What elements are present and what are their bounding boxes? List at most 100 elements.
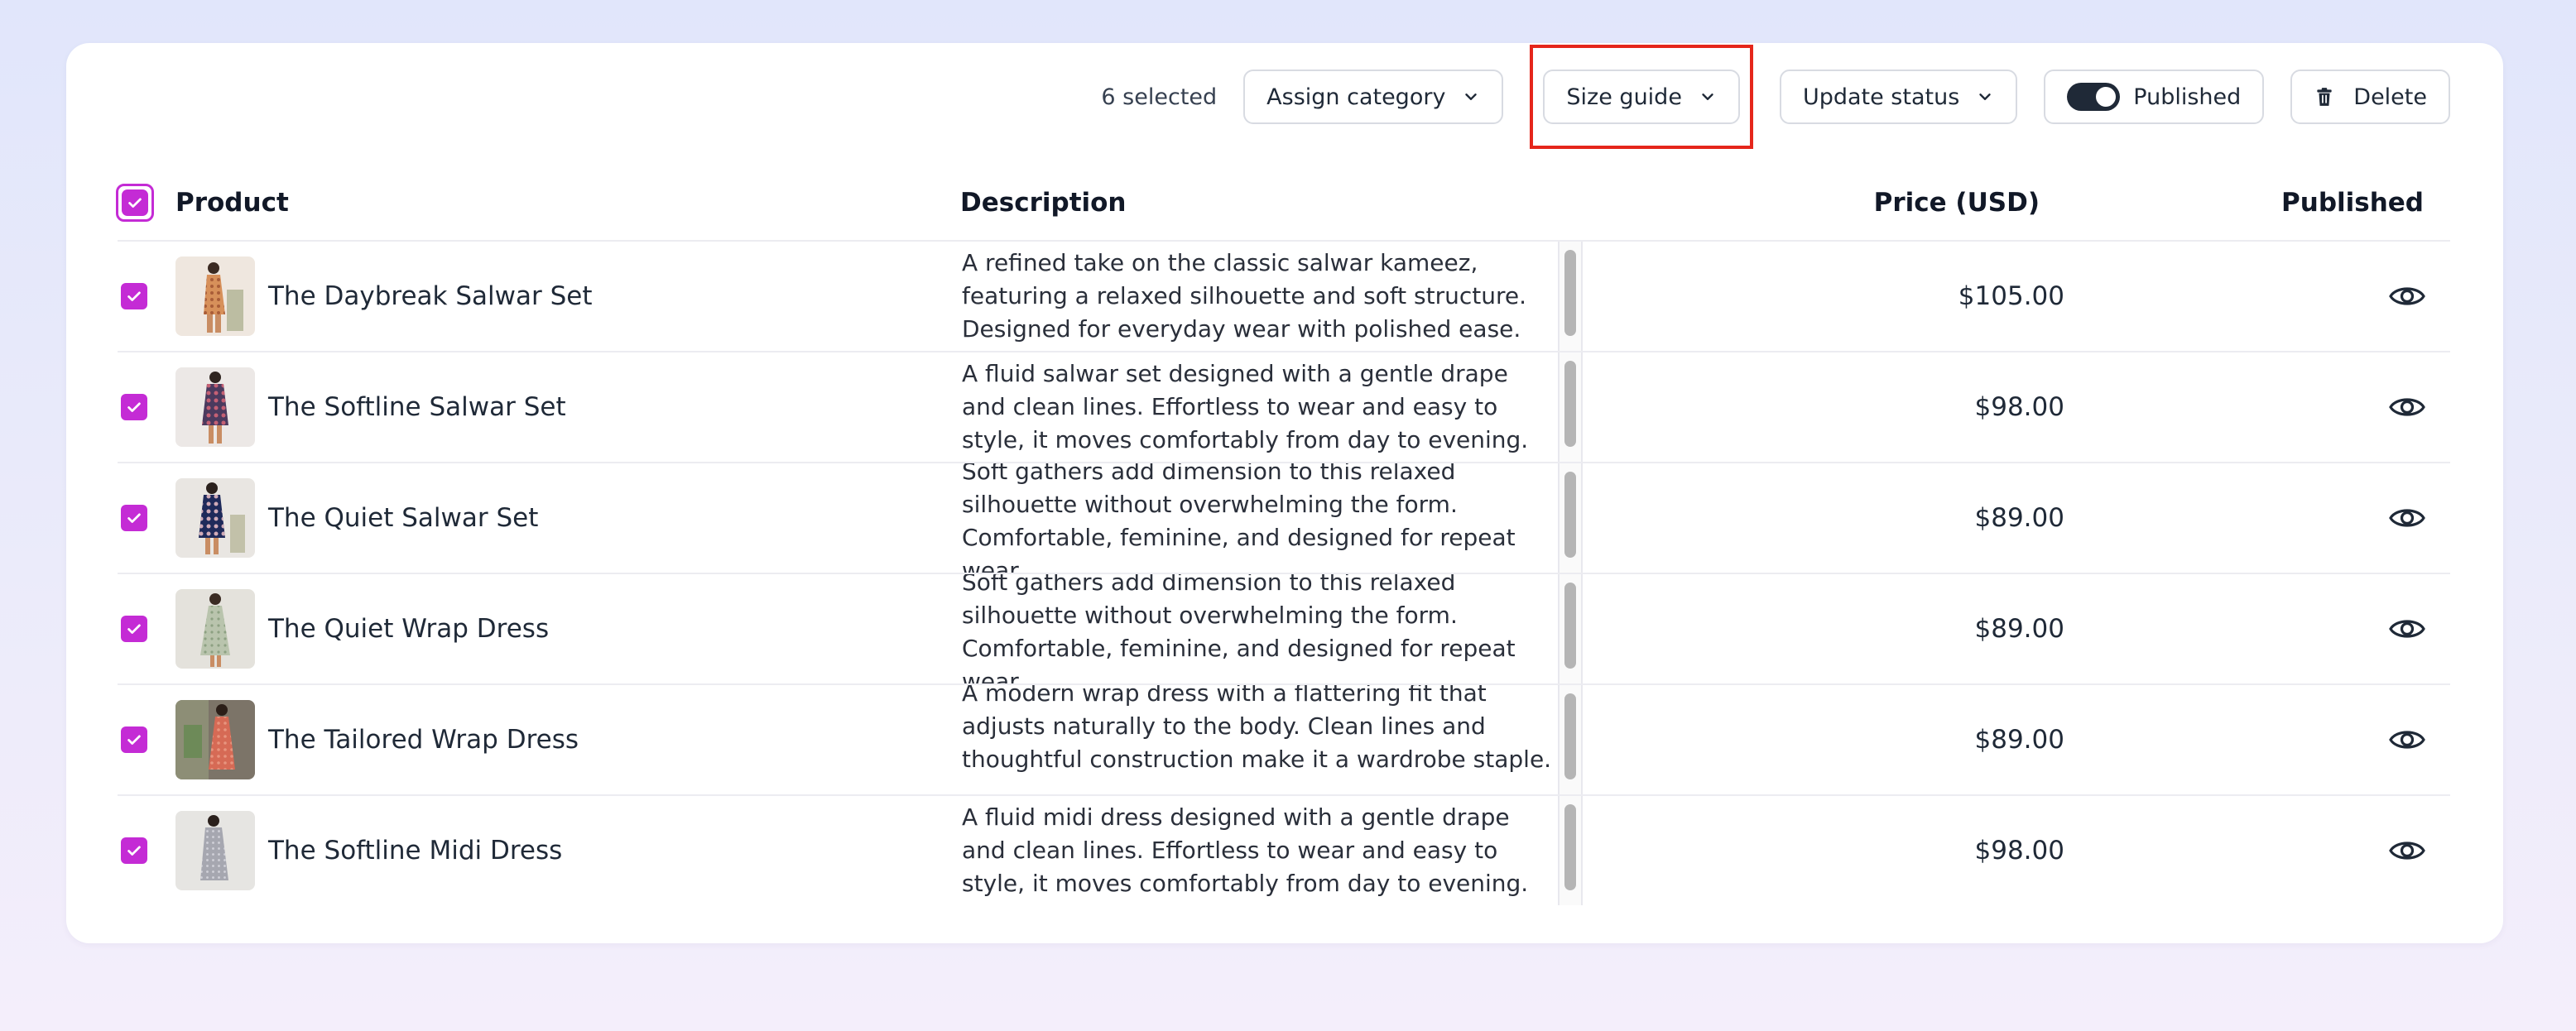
description-scrollbar[interactable] — [1558, 352, 1586, 462]
table-row: The Daybreak Salwar Set A refined take o… — [118, 242, 2450, 352]
eye-icon[interactable] — [2389, 837, 2425, 864]
published-visibility-cell — [2389, 352, 2425, 462]
published-visibility-cell — [2389, 685, 2425, 794]
published-visibility-cell — [2389, 574, 2425, 683]
trash-icon — [2317, 88, 2332, 106]
table-row: The Tailored Wrap Dress A modern wrap dr… — [118, 685, 2450, 796]
product-thumbnail[interactable] — [175, 589, 255, 669]
scroll-thumb[interactable] — [1564, 804, 1576, 890]
check-icon — [127, 624, 141, 634]
header-description[interactable]: Description — [960, 165, 1127, 240]
check-icon — [127, 735, 141, 745]
scroll-track — [1558, 242, 1583, 351]
product-price: $98.00 — [1974, 836, 2064, 866]
delete-button[interactable]: Delete — [2290, 70, 2450, 124]
products-table: Product Description Price (USD) Publishe… — [116, 165, 2450, 905]
product-thumbnail-cell — [175, 352, 255, 462]
check-icon — [127, 402, 141, 412]
row-checkbox[interactable] — [121, 505, 147, 531]
update-status-button[interactable]: Update status — [1779, 70, 2018, 124]
row-checkbox[interactable] — [121, 837, 147, 864]
header-price[interactable]: Price (USD) — [1874, 165, 2040, 240]
published-toggle-button[interactable]: Published — [2044, 70, 2265, 124]
product-thumbnail[interactable] — [175, 478, 255, 558]
assign-category-label: Assign category — [1266, 84, 1446, 110]
product-description[interactable]: A refined take on the classic salwar kam… — [960, 242, 1556, 351]
product-name[interactable]: The Quiet Wrap Dress — [268, 574, 549, 683]
product-description[interactable]: A modern wrap dress with a flattering fi… — [960, 685, 1556, 794]
row-checkbox[interactable] — [121, 616, 147, 642]
product-name[interactable]: The Daybreak Salwar Set — [268, 242, 592, 351]
table-row: The Quiet Salwar Set Soft gathers add di… — [118, 463, 2450, 574]
product-thumbnail-cell — [175, 242, 255, 351]
header-published[interactable]: Published — [2281, 165, 2424, 240]
row-checkbox-cell — [121, 242, 147, 351]
eye-icon[interactable] — [2389, 505, 2425, 531]
row-checkbox[interactable] — [121, 283, 147, 309]
header-product[interactable]: Product — [175, 165, 289, 240]
product-name[interactable]: The Softline Salwar Set — [268, 352, 566, 462]
table-header: Product Description Price (USD) Publishe… — [116, 165, 2450, 242]
scroll-track — [1558, 574, 1583, 683]
size-guide-button[interactable]: Size guide — [1543, 70, 1740, 124]
product-name[interactable]: The Tailored Wrap Dress — [268, 685, 579, 794]
row-checkbox-cell — [121, 796, 147, 905]
scroll-thumb[interactable] — [1564, 693, 1576, 779]
description-scrollbar[interactable] — [1558, 685, 1586, 794]
check-icon — [127, 513, 141, 523]
row-checkbox-cell — [121, 352, 147, 462]
product-name[interactable]: The Softline Midi Dress — [268, 796, 562, 905]
chevron-down-icon — [1465, 94, 1478, 100]
table-row: The Softline Midi Dress A fluid midi dre… — [118, 796, 2450, 905]
product-price: $98.00 — [1974, 392, 2064, 422]
delete-label: Delete — [2353, 84, 2427, 110]
eye-icon[interactable] — [2389, 726, 2425, 753]
product-description[interactable]: A fluid salwar set designed with a gentl… — [960, 352, 1556, 462]
select-all-check-fill — [122, 189, 148, 216]
product-price: $105.00 — [1958, 281, 2064, 311]
chevron-down-icon — [1979, 94, 1991, 100]
scroll-thumb[interactable] — [1564, 250, 1576, 336]
selected-count: 6 selected — [1101, 84, 1218, 110]
description-text: A fluid midi dress designed with a gentl… — [962, 803, 1529, 897]
bulk-actions-toolbar: 6 selected Assign category Size guide Up… — [1101, 45, 2450, 149]
description-text: Soft gathers add dimension to this relax… — [962, 574, 1516, 683]
product-thumbnail-cell — [175, 796, 255, 905]
description-scrollbar[interactable] — [1558, 796, 1586, 905]
product-name[interactable]: The Quiet Salwar Set — [268, 463, 538, 573]
row-checkbox[interactable] — [121, 394, 147, 420]
eye-icon[interactable] — [2389, 394, 2425, 420]
eye-icon[interactable] — [2389, 283, 2425, 309]
product-description[interactable]: Soft gathers add dimension to this relax… — [960, 574, 1556, 683]
description-text: A modern wrap dress with a flattering fi… — [962, 685, 1552, 773]
check-icon — [127, 846, 141, 856]
product-price: $89.00 — [1974, 614, 2064, 644]
product-price: $89.00 — [1974, 503, 2064, 533]
scroll-thumb[interactable] — [1564, 583, 1576, 669]
row-checkbox-cell — [121, 463, 147, 573]
product-description[interactable]: A fluid midi dress designed with a gentl… — [960, 796, 1556, 905]
product-description[interactable]: Soft gathers add dimension to this relax… — [960, 463, 1556, 573]
product-thumbnail[interactable] — [175, 700, 255, 779]
description-scrollbar[interactable] — [1558, 463, 1586, 573]
size-guide-label: Size guide — [1566, 84, 1682, 110]
product-thumbnail-cell — [175, 463, 255, 573]
check-icon — [128, 198, 142, 208]
select-all-checkbox[interactable] — [116, 184, 154, 222]
product-thumbnail[interactable] — [175, 367, 255, 447]
description-scrollbar[interactable] — [1558, 242, 1586, 351]
scroll-thumb[interactable] — [1564, 361, 1576, 447]
scroll-track — [1558, 796, 1583, 905]
scroll-track — [1558, 352, 1583, 462]
scroll-thumb[interactable] — [1564, 472, 1576, 558]
product-thumbnail[interactable] — [175, 811, 255, 890]
row-checkbox[interactable] — [121, 726, 147, 753]
published-toggle-label: Published — [2133, 84, 2242, 110]
description-scrollbar[interactable] — [1558, 574, 1586, 683]
published-visibility-cell — [2389, 242, 2425, 351]
eye-icon[interactable] — [2389, 616, 2425, 642]
bulk-edit-card: 6 selected Assign category Size guide Up… — [66, 43, 2503, 943]
assign-category-button[interactable]: Assign category — [1243, 70, 1504, 124]
published-toggle[interactable] — [2067, 83, 2121, 111]
product-thumbnail[interactable] — [175, 257, 255, 336]
